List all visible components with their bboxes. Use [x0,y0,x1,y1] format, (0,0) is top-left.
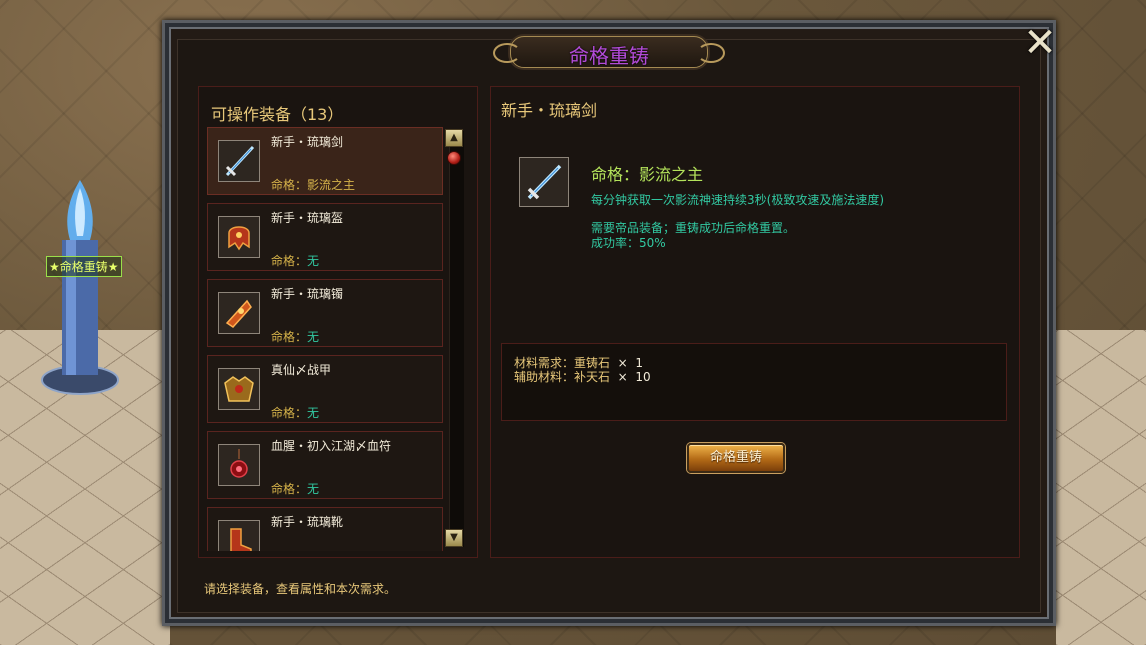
equipment-item-name: 新手・琉璃盔 [271,211,344,225]
equipment-item-name: 新手・琉璃镯 [271,287,344,301]
material-auxiliary-line: 辅助材料：补天石 × 10 [514,368,651,385]
scroll-up-button[interactable]: ▲ [445,129,463,147]
window-title: 命格重铸 [569,44,649,68]
material-auxiliary-qty: × 10 [610,370,651,384]
materials-box: 材料需求：重铸石 × 1 辅助材料：补天石 × 10 [501,343,1007,421]
fate-value: 无 [307,406,320,420]
fate-value: 影流之主 [307,178,356,192]
title-plate: 命格重铸 [493,36,725,68]
material-auxiliary-label: 辅助材料： [514,370,575,384]
equipment-item[interactable]: 真仙〆战甲 命格：无 [207,355,443,423]
floor-tiles-right [1056,330,1146,645]
equipment-item-fate: 命格：影流之主 [271,176,355,193]
equipment-item-name: 血腥・初入江湖〆血符 [271,439,392,453]
equipment-item-name: 真仙〆战甲 [271,363,332,377]
scrollbar-thumb[interactable] [447,151,461,165]
detail-sword-icon [519,157,569,207]
sword-icon [218,140,260,182]
scroll-down-button[interactable]: ▼ [445,529,463,547]
npc-name-label[interactable]: ★命格重铸★ [46,256,122,277]
talisman-icon [218,444,260,486]
scrollbar-track[interactable] [449,131,464,547]
fate-value: 无 [307,482,320,496]
equipment-list-panel: 可操作装备（13） 新手・琉璃剑 命格：影流之主 新手・琉璃盔 命格：无 新手・… [198,86,478,558]
detail-item-name: 新手・琉璃剑 [501,101,598,120]
equipment-item[interactable]: 血腥・初入江湖〆血符 命格：无 [207,431,443,499]
equipment-item-fate: 命格：无 [271,404,319,421]
fate-value: 无 [307,254,320,268]
boots-icon [218,520,260,551]
equipment-item-selected[interactable]: 新手・琉璃剑 命格：影流之主 [207,127,443,195]
equipment-item-fate: 命格：无 [271,480,319,497]
fate-label: 命格： [271,178,308,192]
helmet-icon [218,216,260,258]
close-button[interactable]: ✕ [1022,23,1058,63]
fate-value: 无 [307,330,320,344]
equipment-item-name: 新手・琉璃靴 [271,515,344,529]
fate-label: 命格： [271,482,308,496]
fate-label: 命格： [271,254,308,268]
npc-fate-recast-tower[interactable] [40,180,120,400]
footer-hint: 请选择装备，查看属性和本次需求。 [204,582,397,596]
fate-label: 命格： [271,330,308,344]
equipment-item-partial[interactable]: 新手・琉璃靴 [207,507,443,551]
equipment-item-name: 新手・琉璃剑 [271,135,344,149]
armor-icon [218,368,260,410]
fate-recast-button[interactable]: 命格重铸 [687,443,785,473]
item-detail-panel: 新手・琉璃剑 命格：影流之主 每分钟获取一次影流神速持续3秒(极致攻速及施法速度… [490,86,1020,558]
detail-fate-title: 命格：影流之主 [591,165,704,184]
equipment-item[interactable]: 新手・琉璃盔 命格：无 [207,203,443,271]
detail-success-rate: 成功率：50% [591,236,666,250]
detail-fate-effect: 每分钟获取一次影流神速持续3秒(极致攻速及施法速度) [591,193,885,207]
material-auxiliary-item: 补天石 [574,370,611,384]
equipment-list-header: 可操作装备（13） [211,105,344,124]
equipment-item-fate: 命格：无 [271,328,319,345]
bracelet-icon [218,292,260,334]
equipment-item-fate: 命格：无 [271,252,319,269]
equipment-item[interactable]: 新手・琉璃镯 命格：无 [207,279,443,347]
fate-label: 命格： [271,406,308,420]
